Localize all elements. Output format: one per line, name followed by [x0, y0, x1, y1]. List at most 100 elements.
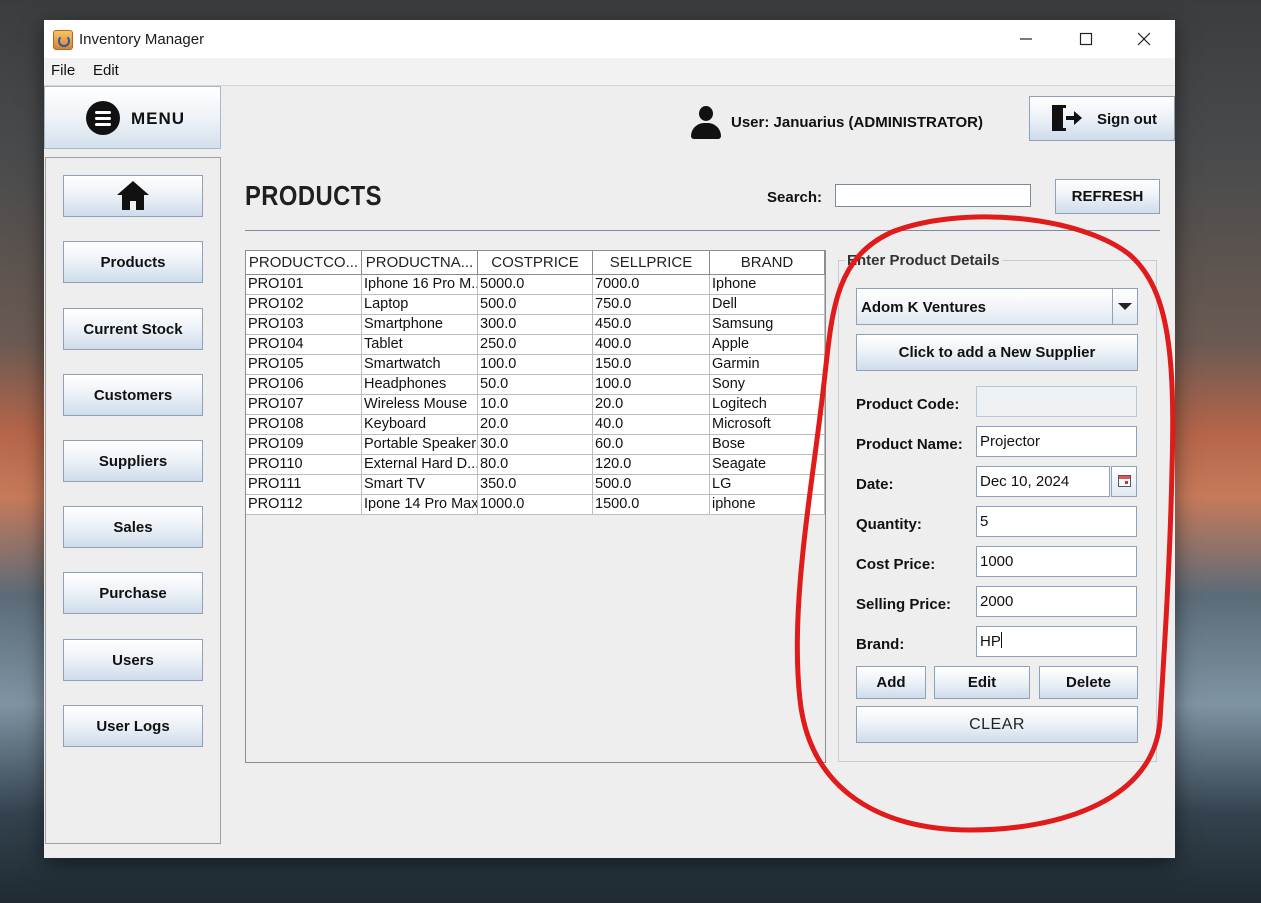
column-header-sellprice[interactable]: SELLPRICE: [593, 251, 710, 275]
sidebar-item-products[interactable]: Products: [63, 241, 203, 283]
clear-button[interactable]: CLEAR: [856, 706, 1138, 743]
menu-file[interactable]: File: [51, 62, 75, 79]
date-field[interactable]: Dec 10, 2024: [976, 466, 1110, 497]
table-cell: PRO112: [246, 495, 362, 515]
table-cell: Smartphone: [362, 315, 478, 335]
table-cell: PRO110: [246, 455, 362, 475]
selling-price-field[interactable]: 2000: [976, 586, 1137, 617]
sidebar-item-suppliers[interactable]: Suppliers: [63, 440, 203, 482]
table-cell: 20.0: [593, 395, 710, 415]
table-cell: 150.0: [593, 355, 710, 375]
menu-toggle-button[interactable]: MENU: [44, 86, 221, 149]
selling-price-label: Selling Price:: [856, 596, 952, 613]
minimize-button[interactable]: [997, 20, 1055, 58]
table-cell: Logitech: [710, 395, 825, 415]
cost-price-label: Cost Price:: [856, 556, 936, 573]
table-cell: 20.0: [478, 415, 593, 435]
table-row[interactable]: PRO102 Laptop 500.0 750.0 Dell: [246, 295, 825, 315]
sign-out-label: Sign out: [1097, 111, 1157, 128]
table-row[interactable]: PRO105 Smartwatch 100.0 150.0 Garmin: [246, 355, 825, 375]
current-user-label: User: Januarius (ADMINISTRATOR): [731, 114, 983, 131]
table-cell: 30.0: [478, 435, 593, 455]
table-cell: External Hard D...: [362, 455, 478, 475]
table-cell: PRO102: [246, 295, 362, 315]
sidebar-item-purchase[interactable]: Purchase: [63, 572, 203, 614]
product-name-field[interactable]: Projector: [976, 426, 1137, 457]
sidebar-item-customers[interactable]: Customers: [63, 374, 203, 416]
table-cell: PRO106: [246, 375, 362, 395]
table-cell: Apple: [710, 335, 825, 355]
user-icon: [690, 106, 722, 140]
table-cell: PRO104: [246, 335, 362, 355]
table-cell: 1000.0: [478, 495, 593, 515]
table-cell: 100.0: [593, 375, 710, 395]
add-button[interactable]: Add: [856, 666, 926, 699]
java-app-icon: [53, 30, 73, 50]
sign-out-button[interactable]: Sign out: [1029, 96, 1175, 141]
table-cell: 400.0: [593, 335, 710, 355]
quantity-label: Quantity:: [856, 516, 922, 533]
table-row[interactable]: PRO111 Smart TV 350.0 500.0 LG: [246, 475, 825, 495]
cost-price-field[interactable]: 1000: [976, 546, 1137, 577]
product-code-field[interactable]: [976, 386, 1137, 417]
refresh-button[interactable]: REFRESH: [1055, 179, 1160, 214]
maximize-button[interactable]: [1057, 20, 1115, 58]
column-header-brand[interactable]: BRAND: [710, 251, 825, 275]
sidebar-item-sales[interactable]: Sales: [63, 506, 203, 548]
table-body: PRO101 Iphone 16 Pro M... 5000.0 7000.0 Ipho…: [246, 275, 825, 515]
brand-field[interactable]: HP: [976, 626, 1137, 657]
table-cell: 10.0: [478, 395, 593, 415]
table-row[interactable]: PRO104 Tablet 250.0 400.0 Apple: [246, 335, 825, 355]
table-cell: 500.0: [478, 295, 593, 315]
supplier-dropdown[interactable]: Adom K Ventures: [856, 288, 1138, 325]
table-cell: 60.0: [593, 435, 710, 455]
table-cell: PRO108: [246, 415, 362, 435]
product-code-label: Product Code:: [856, 396, 960, 413]
table-row[interactable]: PRO109 Portable Speaker 30.0 60.0 Bose: [246, 435, 825, 455]
table-cell: Sony: [710, 375, 825, 395]
table-cell: 80.0: [478, 455, 593, 475]
delete-button[interactable]: Delete: [1039, 666, 1138, 699]
close-button[interactable]: [1115, 20, 1173, 58]
sidebar-item-home[interactable]: [63, 175, 203, 217]
table-cell: 300.0: [478, 315, 593, 335]
table-header: PRODUCTCO... PRODUCTNA... COSTPRICE SELL…: [246, 251, 825, 275]
minimize-icon: [1020, 38, 1032, 40]
products-table[interactable]: PRODUCTCO... PRODUCTNA... COSTPRICE SELL…: [245, 250, 826, 763]
chevron-down-icon[interactable]: [1112, 289, 1137, 324]
table-cell: 450.0: [593, 315, 710, 335]
column-header-productname[interactable]: PRODUCTNA...: [362, 251, 478, 275]
table-row[interactable]: PRO106 Headphones 50.0 100.0 Sony: [246, 375, 825, 395]
table-row[interactable]: PRO107 Wireless Mouse 10.0 20.0 Logitech: [246, 395, 825, 415]
add-new-supplier-button[interactable]: Click to add a New Supplier: [856, 334, 1138, 371]
title-bar[interactable]: Inventory Manager: [44, 20, 1175, 58]
table-cell: PRO111: [246, 475, 362, 495]
table-cell: 50.0: [478, 375, 593, 395]
search-input[interactable]: [835, 184, 1031, 207]
supplier-selected-value: Adom K Ventures: [861, 299, 987, 316]
table-row[interactable]: PRO103 Smartphone 300.0 450.0 Samsung: [246, 315, 825, 335]
sidebar-item-users[interactable]: Users: [63, 639, 203, 681]
menu-edit[interactable]: Edit: [93, 62, 119, 79]
table-cell: 7000.0: [593, 275, 710, 295]
table-row[interactable]: PRO112 Ipone 14 Pro Max 1000.0 1500.0 iphone: [246, 495, 825, 515]
sidebar-item-user-logs[interactable]: User Logs: [63, 705, 203, 747]
table-row[interactable]: PRO101 Iphone 16 Pro M... 5000.0 7000.0 Ipho…: [246, 275, 825, 295]
close-icon: [1137, 32, 1151, 46]
column-header-costprice[interactable]: COSTPRICE: [478, 251, 593, 275]
table-row[interactable]: PRO110 External Hard D... 80.0 120.0 Seagate: [246, 455, 825, 475]
maximize-icon: [1079, 32, 1093, 46]
table-cell: Seagate: [710, 455, 825, 475]
table-row[interactable]: PRO108 Keyboard 20.0 40.0 Microsoft: [246, 415, 825, 435]
table-cell: Laptop: [362, 295, 478, 315]
sidebar-item-current-stock[interactable]: Current Stock: [63, 308, 203, 350]
calendar-icon[interactable]: [1111, 466, 1137, 497]
hamburger-icon: [86, 101, 120, 135]
table-cell: Ipone 14 Pro Max: [362, 495, 478, 515]
table-cell: 350.0: [478, 475, 593, 495]
quantity-field[interactable]: 5: [976, 506, 1137, 537]
table-cell: Smartwatch: [362, 355, 478, 375]
edit-button[interactable]: Edit: [934, 666, 1030, 699]
column-header-productcode[interactable]: PRODUCTCO...: [246, 251, 362, 275]
brand-value: HP: [980, 633, 1001, 650]
